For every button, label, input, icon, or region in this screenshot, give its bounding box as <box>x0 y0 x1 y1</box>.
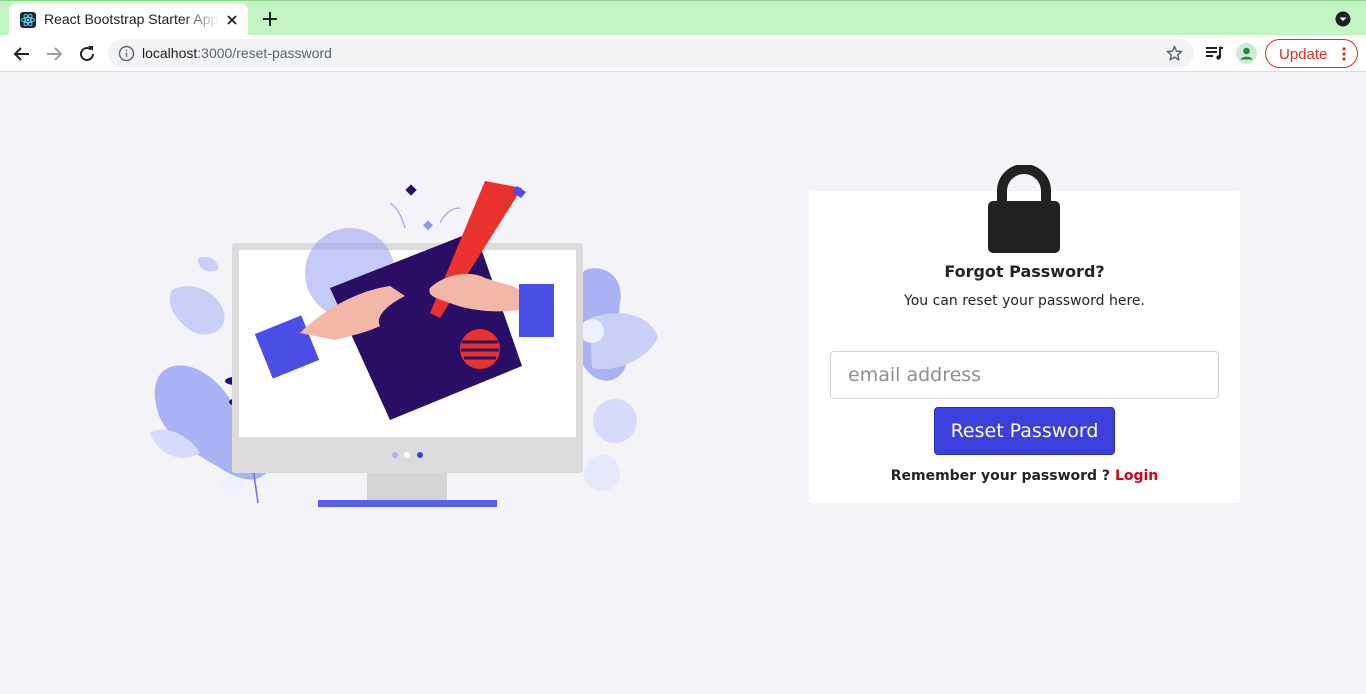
tab-strip: React Bootstrap Starter App <box>0 0 1366 36</box>
remember-text: Remember your password ? <box>890 468 1111 484</box>
kebab-menu-icon[interactable] <box>1340 46 1348 62</box>
reload-icon[interactable] <box>75 42 99 66</box>
profile-avatar-icon[interactable] <box>1236 43 1257 64</box>
update-button[interactable]: Update <box>1265 39 1358 68</box>
bookmark-star-icon[interactable] <box>1165 44 1184 63</box>
media-control-icon[interactable] <box>1203 42 1225 64</box>
react-favicon-icon <box>20 12 36 28</box>
url-text: localhost:3000/reset-password <box>142 45 332 61</box>
lock-icon <box>988 164 1060 253</box>
url-host: localhost <box>142 45 198 61</box>
forward-arrow-icon[interactable] <box>42 42 66 66</box>
reset-password-button[interactable]: Reset Password <box>934 407 1115 455</box>
back-arrow-icon[interactable] <box>10 42 34 66</box>
url-path: :3000/reset-password <box>197 45 332 61</box>
browser-toolbar: localhost:3000/reset-password Update <box>0 35 1366 72</box>
site-info-icon[interactable] <box>118 45 135 62</box>
page-title: Forgot Password? <box>944 262 1105 281</box>
page-subtitle: You can reset your password here. <box>904 293 1145 309</box>
new-tab-plus-icon[interactable] <box>259 8 281 30</box>
tab-title-fade <box>184 7 219 31</box>
address-bar[interactable]: localhost:3000/reset-password <box>108 39 1194 68</box>
browser-tab[interactable]: React Bootstrap Starter App <box>9 3 248 36</box>
tab-search-chevron-icon[interactable] <box>1334 10 1352 28</box>
login-link[interactable]: Login <box>1115 468 1158 484</box>
remember-password-line: Remember your password ? Login <box>809 468 1240 484</box>
close-icon[interactable] <box>223 11 241 29</box>
email-field[interactable] <box>830 351 1219 399</box>
update-label: Update <box>1279 46 1328 63</box>
reset-password-illustration <box>140 178 665 513</box>
